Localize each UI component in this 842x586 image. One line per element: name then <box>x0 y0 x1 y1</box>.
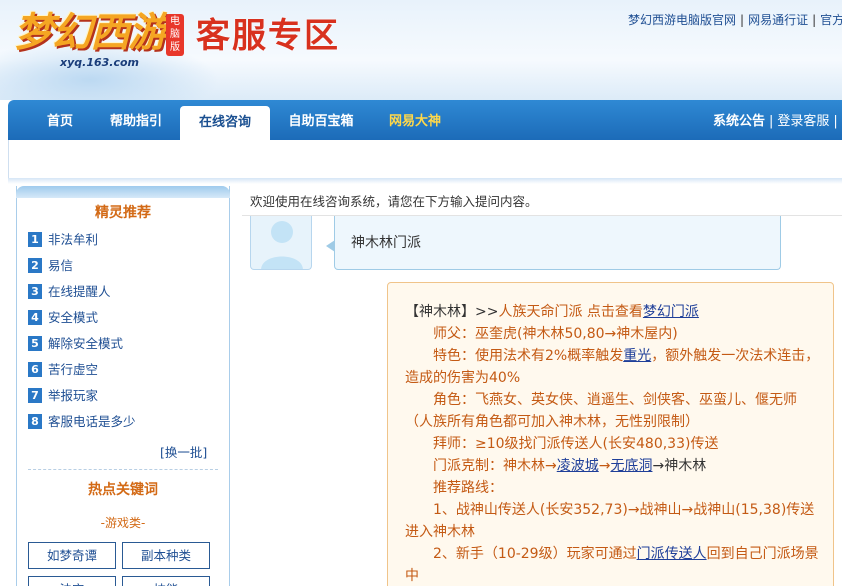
refresh-recommend-link[interactable]: [换一批] <box>160 442 207 461</box>
item-number-badge: 4 <box>28 310 42 325</box>
nav-self-service[interactable]: 自助百宝箱 <box>278 100 364 140</box>
answer-master: 师父：巫奎虎(神木林50,80→神木屋内) <box>433 326 678 342</box>
link-wudidong[interactable]: 无底洞 <box>610 458 652 474</box>
nav-right-links: 系统公告|登录客服|1 <box>713 100 842 140</box>
answer-route-title: 推荐路线： <box>433 480 503 496</box>
nav-system-notice[interactable]: 系统公告 <box>713 114 765 129</box>
game-logo-url: xyq.163.com <box>60 56 139 69</box>
item-number-badge: 6 <box>28 362 42 377</box>
sub-toolbar-shadow <box>8 178 842 184</box>
recommend-item[interactable]: 4 安全模式 <box>28 308 218 334</box>
answer-counter-arrow: → <box>598 458 611 474</box>
top-link-passport[interactable]: 网易通行证 <box>748 13 808 27</box>
site-header: 梦幻西游 xyq.163.com 电脑版 客服专区 梦幻西游电脑版官网 | 网易通行… <box>0 0 842 100</box>
nav-home[interactable]: 首页 <box>22 100 98 140</box>
keyword-button[interactable]: 法宝 <box>28 576 116 586</box>
answer-roles: 角色：飞燕女、英女侠、逍遥生、剑侠客、巫蛮儿、偃无师（人族所有角色都可加入神木林… <box>405 392 797 430</box>
keyword-button[interactable]: 技能 <box>122 576 210 586</box>
nav-help-guide[interactable]: 帮助指引 <box>100 100 172 140</box>
main-nav: 首页 帮助指引 在线咨询 自助百宝箱 网易大神 系统公告|登录客服|1 <box>8 100 842 140</box>
recommend-item-label: 举报玩家 <box>48 388 99 403</box>
recommend-item[interactable]: 7 举报玩家 <box>28 386 218 412</box>
sidebar-divider <box>28 469 218 470</box>
answer-content: 【神木林】>>人族天命门派 点击查看梦幻门派 师父：巫奎虎(神木林50,80→神… <box>405 301 820 586</box>
game-logo[interactable]: 梦幻西游 <box>14 8 168 58</box>
recommend-item-label: 安全模式 <box>48 310 99 325</box>
recommend-item[interactable]: 6 苦行虚空 <box>28 360 218 386</box>
answer-route-1: 1、战神山传送人(长安352,73)→战神山→战神山(15,38)传送进入神木林 <box>405 502 815 540</box>
nav-separator: | <box>769 114 774 129</box>
recommend-list: 1 非法牟利 2 易信 3 在线提醒人 4 安全模式 5 解除安全模式 6 苦行虚空 7 举报… <box>28 230 218 438</box>
welcome-message: 欢迎使用在线咨询系统，请您在下方输入提问内容。 <box>250 194 538 209</box>
top-links: 梦幻西游电脑版官网 | 网易通行证 | 官方 <box>628 11 842 28</box>
item-number-badge: 2 <box>28 258 42 273</box>
recommend-item-label: 易信 <box>48 258 74 273</box>
recommend-item[interactable]: 8 客服电话是多少 <box>28 412 218 438</box>
link-menpai-teleporter[interactable]: 门派传送人 <box>637 546 707 562</box>
recommend-item[interactable]: 2 易信 <box>28 256 218 282</box>
answer-join: 拜师：≥10级找门派传送人(长安480,33)传送 <box>433 436 719 452</box>
recommend-item-label: 客服电话是多少 <box>48 414 136 429</box>
recommend-item[interactable]: 5 解除安全模式 <box>28 334 218 360</box>
recommend-item-label: 非法牟利 <box>48 232 99 247</box>
link-menpai[interactable]: 梦幻门派 <box>643 304 699 320</box>
top-link-separator: | <box>740 13 745 27</box>
answer-intro: 人族天命门派 点击查看 <box>498 304 643 320</box>
item-number-badge: 3 <box>28 284 42 299</box>
recommend-item[interactable]: 1 非法牟利 <box>28 230 218 256</box>
answer-counter-end: →神木林 <box>652 458 707 474</box>
user-avatar-icon <box>250 216 312 270</box>
nav-separator: | <box>833 114 838 129</box>
answer-route-2: 2、新手（10-29级）玩家可通过 <box>433 546 637 562</box>
keyword-category-label: -游戏类- <box>100 516 146 530</box>
recommend-item-label: 解除安全模式 <box>48 336 124 351</box>
answer-heading: 【神木林】>> <box>405 304 499 320</box>
edition-badge: 电脑版 <box>166 14 184 56</box>
sub-toolbar <box>8 140 842 178</box>
user-question-text: 神木林门派 <box>351 235 421 251</box>
top-link-official[interactable]: 官方 <box>820 13 842 27</box>
site-title: 客服专区 <box>196 16 340 56</box>
answer-feature: 特色：使用法术有2%概率触发 <box>433 348 624 364</box>
hot-keywords-title: 热点关键词 <box>88 482 158 498</box>
nav-online-consult[interactable]: 在线咨询 <box>180 106 270 140</box>
recommend-item[interactable]: 3 在线提醒人 <box>28 282 218 308</box>
item-number-badge: 5 <box>28 336 42 351</box>
link-lingbocheng[interactable]: 凌波城 <box>557 458 599 474</box>
answer-counter: 门派克制：神木林→ <box>433 458 557 474</box>
nav-login-service[interactable]: 登录客服 <box>777 114 829 129</box>
top-link-separator: | <box>812 13 817 27</box>
link-chongguang[interactable]: 重光 <box>623 348 651 364</box>
keyword-button[interactable]: 副本种类 <box>122 542 210 569</box>
item-number-badge: 1 <box>28 232 42 247</box>
item-number-badge: 7 <box>28 388 42 403</box>
recommend-item-label: 在线提醒人 <box>48 284 111 299</box>
nav-netease-dashen[interactable]: 网易大神 <box>374 100 456 140</box>
item-number-badge: 8 <box>28 414 42 429</box>
sidebar-cap-decoration <box>16 186 230 198</box>
recommend-item-label: 苦行虚空 <box>48 362 99 377</box>
sidebar-title: 精灵推荐 <box>95 205 151 221</box>
top-link-official-site[interactable]: 梦幻西游电脑版官网 <box>628 13 736 27</box>
keyword-button[interactable]: 如梦奇谭 <box>28 542 116 569</box>
